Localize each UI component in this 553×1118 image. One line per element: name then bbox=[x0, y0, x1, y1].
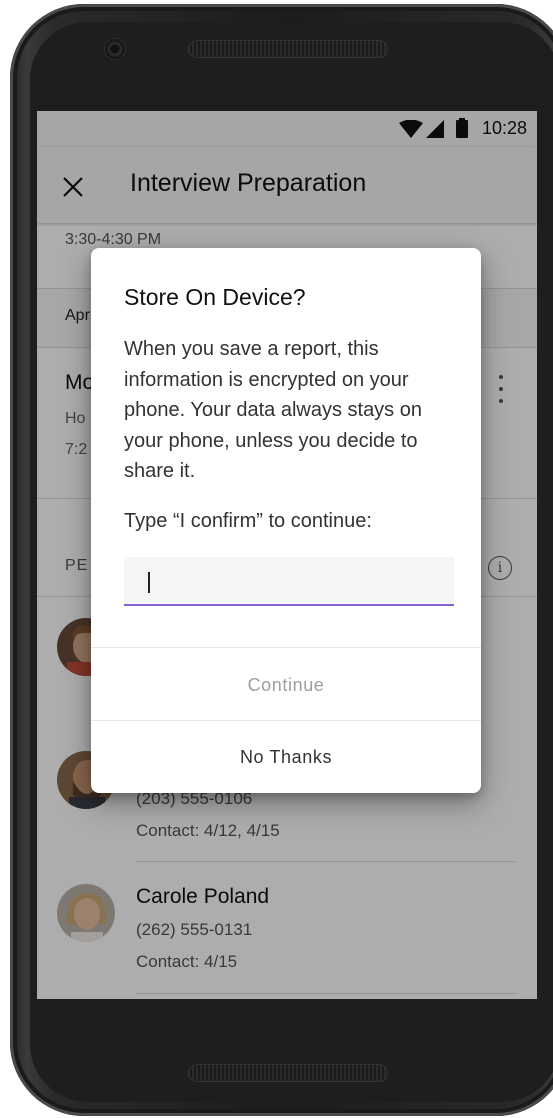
screen: 10:28 Interview Preparation 3:30-4:30 PM… bbox=[37, 111, 537, 999]
front-camera bbox=[105, 39, 125, 59]
bottom-speaker bbox=[188, 1064, 388, 1082]
confirm-input[interactable] bbox=[124, 557, 454, 606]
text-cursor bbox=[148, 572, 150, 593]
dialog-title: Store On Device? bbox=[124, 284, 306, 310]
dialog-body: When you save a report, this information… bbox=[124, 338, 422, 482]
divider bbox=[91, 647, 481, 648]
dialog-prompt: Type “I confirm” to continue: bbox=[124, 510, 372, 532]
store-on-device-dialog: Store On Device? When you save a report,… bbox=[91, 248, 481, 793]
no-thanks-button[interactable]: No Thanks bbox=[91, 721, 481, 793]
earpiece-speaker bbox=[188, 40, 388, 58]
continue-button[interactable]: Continue bbox=[91, 649, 481, 721]
